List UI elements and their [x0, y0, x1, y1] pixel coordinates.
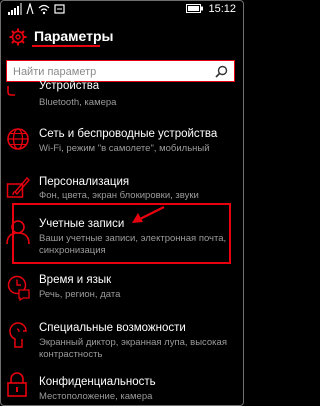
settings-item-label: Специальные возможности: [39, 322, 186, 334]
page-title: Параметры: [34, 28, 114, 44]
settings-item-label: Время и язык: [39, 274, 112, 286]
status-time: 15:12: [208, 3, 236, 15]
settings-item-personalization[interactable]: Персонализация Фон, цвета, экран блокиро…: [0, 170, 244, 206]
settings-item-devices[interactable]: Устройства Bluetooth, камера: [0, 80, 244, 112]
arrow-annotation-icon: [132, 206, 165, 223]
devices-icon: [7, 86, 15, 96]
settings-item-time-language[interactable]: Время и язык Речь, регион, дата: [0, 272, 244, 310]
settings-item-description: Экранный диктор, экранная лупа, высокая …: [39, 337, 227, 360]
accessibility-icon: [9, 322, 27, 348]
settings-item-label: Устройства: [39, 80, 100, 92]
settings-item-description: Bluetooth, камера: [39, 97, 117, 108]
notification-icon: [54, 4, 65, 14]
search-icon[interactable]: [215, 65, 228, 78]
search-input[interactable]: [11, 62, 210, 82]
settings-item-description: Речь, регион, дата: [39, 289, 121, 300]
settings-item-label: Сеть и беспроводные устройства: [39, 128, 218, 140]
settings-item-description: Wi-Fi, режим "в самолете", мобильный: [39, 143, 210, 154]
lock-icon: [7, 372, 27, 397]
cellular-icon: [26, 3, 34, 15]
highlight-box-annotation: [12, 203, 231, 264]
globe-icon: [7, 128, 29, 150]
brush-icon: [6, 176, 30, 198]
time-language-icon: [7, 275, 30, 301]
status-bar: 15:12: [0, 0, 244, 20]
settings-item-accessibility[interactable]: Специальные возможности Экранный диктор,…: [0, 320, 244, 362]
battery-icon: [186, 4, 203, 13]
search-box[interactable]: [6, 60, 235, 82]
settings-item-label: Персонализация: [39, 176, 130, 188]
wifi-icon: [38, 4, 50, 15]
title-underline-annotation: [32, 45, 100, 47]
signal-icon: [8, 3, 22, 15]
settings-item-description: Местоположение, камера: [39, 391, 153, 402]
settings-item-network[interactable]: Сеть и беспроводные устройства Wi-Fi, ре…: [0, 124, 244, 160]
settings-item-privacy[interactable]: Конфиденциальность Местоположение, камер…: [0, 370, 244, 402]
gear-icon: [9, 28, 27, 46]
settings-item-label: Конфиденциальность: [39, 376, 156, 388]
settings-item-description: Фон, цвета, экран блокировки, звуки: [39, 190, 199, 201]
